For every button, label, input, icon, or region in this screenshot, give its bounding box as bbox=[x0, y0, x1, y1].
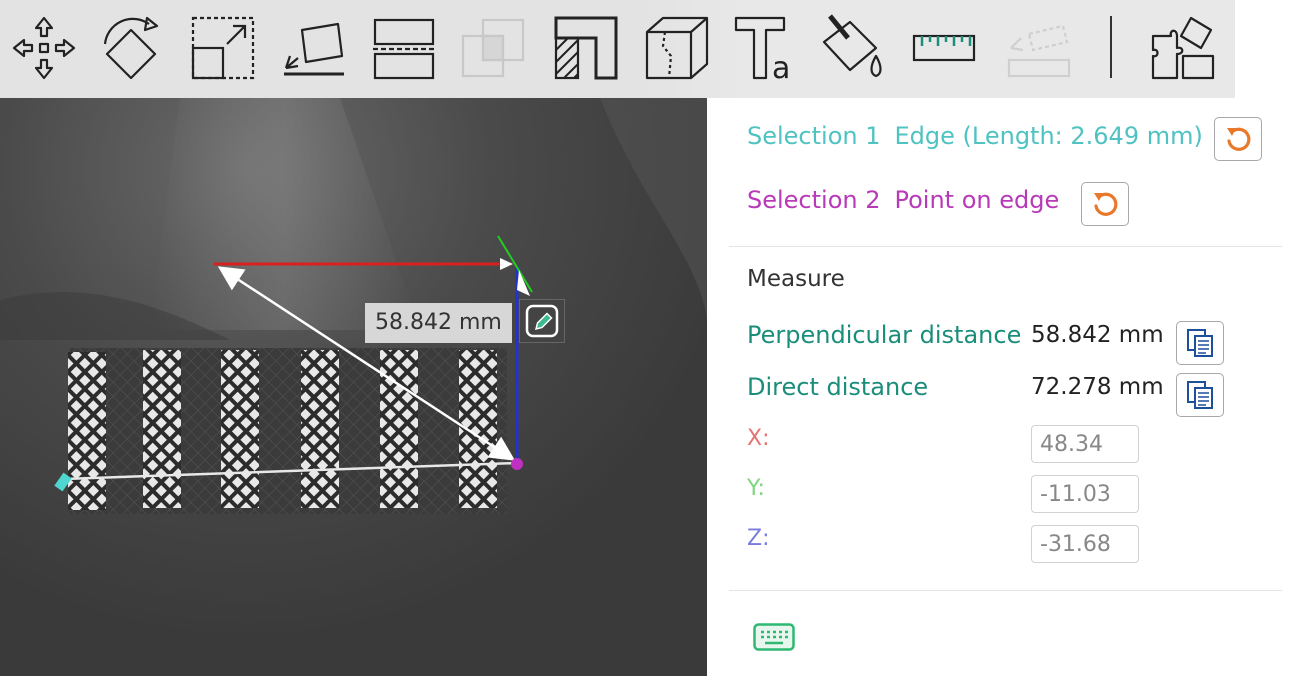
selection1-label: Selection 1 bbox=[747, 122, 881, 150]
tool-scale[interactable] bbox=[187, 10, 259, 86]
copy-icon bbox=[1187, 381, 1213, 409]
boolean-icon bbox=[461, 18, 525, 78]
tool-color-paint[interactable] bbox=[818, 10, 890, 86]
text-emboss-icon: a bbox=[734, 16, 790, 84]
tool-lay-on-face[interactable] bbox=[276, 10, 348, 86]
lay-on-face-icon bbox=[284, 22, 344, 76]
main-toolbar: a bbox=[0, 0, 1235, 98]
y-label: Y: bbox=[747, 476, 765, 501]
assembly-icon bbox=[1007, 24, 1071, 78]
copy-direct-button[interactable] bbox=[1176, 373, 1224, 417]
tool-support-paint[interactable] bbox=[550, 10, 622, 86]
tool-assembly[interactable] bbox=[1001, 10, 1073, 86]
toolbar-separator bbox=[1110, 16, 1112, 78]
perpendicular-distance-label: Perpendicular distance bbox=[747, 321, 1022, 349]
x-coordinate-field[interactable] bbox=[1031, 425, 1139, 463]
z-label: Z: bbox=[747, 526, 770, 551]
reset-icon bbox=[1094, 192, 1118, 216]
z-coordinate-field[interactable] bbox=[1031, 525, 1139, 563]
direct-distance-value: 72.278 mm bbox=[1031, 374, 1164, 400]
measure-heading: Measure bbox=[747, 266, 845, 292]
support-paint-icon bbox=[554, 16, 618, 80]
move-icon bbox=[12, 16, 76, 80]
tool-split-parts[interactable] bbox=[1147, 10, 1219, 86]
tool-cut[interactable] bbox=[367, 10, 439, 86]
tool-boolean[interactable] bbox=[457, 10, 529, 86]
seam-paint-icon bbox=[645, 16, 709, 80]
tool-move[interactable] bbox=[8, 10, 80, 86]
reset-selection1-button[interactable] bbox=[1214, 117, 1262, 161]
tool-seam-paint[interactable] bbox=[641, 10, 713, 86]
color-paint-icon bbox=[822, 14, 882, 78]
selection2-label: Selection 2 bbox=[747, 186, 881, 214]
measure-panel: Selection 1 Edge (Length: 2.649 mm) Selec… bbox=[707, 98, 1298, 676]
measure-icon bbox=[912, 34, 976, 62]
edit-distance-button[interactable] bbox=[519, 299, 565, 343]
tool-text-emboss[interactable]: a bbox=[730, 10, 802, 86]
edit-icon bbox=[525, 304, 559, 338]
reset-icon bbox=[1227, 127, 1251, 151]
selection2-value: Point on edge bbox=[894, 186, 1060, 214]
copy-perpendicular-button[interactable] bbox=[1176, 321, 1224, 365]
x-label: X: bbox=[747, 426, 770, 451]
section-divider bbox=[729, 246, 1282, 247]
section-divider bbox=[729, 590, 1282, 591]
keyboard-shortcuts-button[interactable] bbox=[751, 620, 797, 654]
selection1-value: Edge (Length: 2.649 mm) bbox=[894, 122, 1203, 150]
copy-icon bbox=[1187, 329, 1213, 357]
selection2-row: Selection 2 Point on edge bbox=[747, 186, 1059, 214]
selection1-row: Selection 1 Edge (Length: 2.649 mm) bbox=[747, 122, 1203, 150]
selection2-marker[interactable] bbox=[511, 458, 523, 470]
tool-measure[interactable] bbox=[908, 10, 980, 86]
scale-icon bbox=[191, 16, 255, 80]
distance-label: 58.842 mm bbox=[365, 303, 512, 343]
perpendicular-distance-value: 58.842 mm bbox=[1031, 322, 1164, 348]
y-coordinate-field[interactable] bbox=[1031, 475, 1139, 513]
rotate-icon bbox=[103, 16, 159, 80]
keyboard-icon bbox=[753, 623, 795, 651]
svg-text:a: a bbox=[772, 51, 790, 84]
reset-selection2-button[interactable] bbox=[1081, 182, 1129, 226]
scene-canvas[interactable] bbox=[0, 0, 707, 676]
lattice-part[interactable] bbox=[68, 348, 507, 514]
direct-distance-label: Direct distance bbox=[747, 373, 929, 401]
cut-icon bbox=[373, 18, 435, 80]
split-parts-icon bbox=[1151, 16, 1215, 80]
tool-rotate[interactable] bbox=[97, 10, 169, 86]
